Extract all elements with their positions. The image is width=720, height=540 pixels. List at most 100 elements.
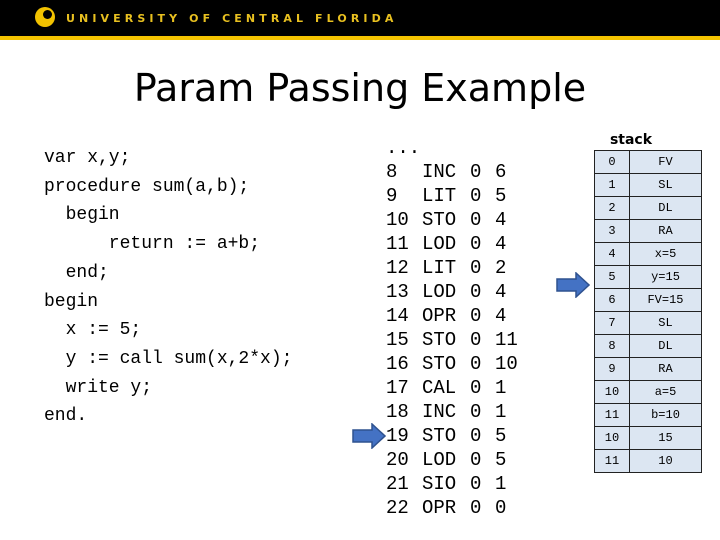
stack-row: 5 y=15 — [594, 265, 702, 289]
stack-index: 11 — [594, 449, 630, 473]
level: 0 — [470, 473, 482, 495]
level: 0 — [470, 353, 482, 375]
line-number: 19 — [386, 425, 409, 447]
stack-index: 4 — [594, 242, 630, 266]
operand: 10 — [495, 353, 518, 375]
line-number: 13 — [386, 281, 409, 303]
level: 0 — [470, 329, 482, 351]
ellipsis: ... — [386, 137, 421, 159]
stack-row: 3 RA — [594, 219, 702, 243]
stack-row: 2 DL — [594, 196, 702, 220]
stack-row: 9 RA — [594, 357, 702, 381]
source-line: return := a+b; — [44, 234, 261, 255]
operand: 5 — [495, 425, 507, 447]
stack-value: y=15 — [629, 265, 702, 289]
stack-row: 4 x=5 — [594, 242, 702, 266]
stack-row: 0 FV — [594, 150, 702, 174]
stack-row: 11 10 — [594, 449, 702, 473]
opcode: LIT — [422, 257, 457, 279]
operand: 5 — [495, 185, 507, 207]
stack-row: 7 SL — [594, 311, 702, 335]
source-line: begin — [44, 205, 120, 226]
stack-value: DL — [629, 196, 702, 220]
line-number: 21 — [386, 473, 409, 495]
opcode: OPR — [422, 497, 457, 519]
stack-index: 3 — [594, 219, 630, 243]
stack-value: 15 — [629, 426, 702, 450]
operand: 1 — [495, 473, 507, 495]
opcode: LIT — [422, 185, 457, 207]
line-number: 9 — [386, 185, 398, 207]
header-divider — [0, 36, 720, 40]
opcode: STO — [422, 425, 457, 447]
operand: 1 — [495, 401, 507, 423]
stack-value: 10 — [629, 449, 702, 473]
opcode: OPR — [422, 305, 457, 327]
level: 0 — [470, 233, 482, 255]
slide-title: Param Passing Example — [133, 66, 587, 110]
stack-pointer-arrow-icon — [556, 272, 590, 298]
stack-row: 8 DL — [594, 334, 702, 358]
operand: 11 — [495, 329, 518, 351]
operand: 4 — [495, 281, 507, 303]
stack-value: x=5 — [629, 242, 702, 266]
source-line: write y; — [44, 377, 153, 398]
opcode: LOD — [422, 233, 457, 255]
level: 0 — [470, 257, 482, 279]
source-line: procedure sum(a,b); — [44, 176, 250, 197]
opcode: INC — [422, 401, 457, 423]
line-number: 20 — [386, 449, 409, 471]
stack-row: 11 b=10 — [594, 403, 702, 427]
source-line: begin — [44, 291, 99, 312]
opcode: STO — [422, 353, 457, 375]
stack-index: 7 — [594, 311, 630, 335]
line-number: 16 — [386, 353, 409, 375]
stack-value: RA — [629, 357, 702, 381]
level: 0 — [470, 185, 482, 207]
stack-index: 11 — [594, 403, 630, 427]
line-number: 8 — [386, 161, 398, 183]
stack-index: 10 — [594, 426, 630, 450]
source-code: var x,y; procedure sum(a,b); begin return… — [44, 144, 292, 431]
opcode: INC — [422, 161, 457, 183]
stack-value: DL — [629, 334, 702, 358]
opcode: SIO — [422, 473, 457, 495]
stack-row: 10 15 — [594, 426, 702, 450]
code-pointer-arrow-icon — [352, 423, 386, 449]
level: 0 — [470, 425, 482, 447]
stack-value: SL — [629, 311, 702, 335]
stack-row: 6 FV=15 — [594, 288, 702, 312]
ucf-logo-icon — [35, 7, 55, 27]
operand: 5 — [495, 449, 507, 471]
stack-index: 5 — [594, 265, 630, 289]
source-line: end; — [44, 262, 109, 283]
operand: 4 — [495, 233, 507, 255]
stack-value: FV — [629, 150, 702, 174]
level: 0 — [470, 281, 482, 303]
line-number: 12 — [386, 257, 409, 279]
source-line: x := 5; — [44, 320, 142, 341]
stack-value: b=10 — [629, 403, 702, 427]
line-number: 10 — [386, 209, 409, 231]
level: 0 — [470, 497, 482, 519]
stack-index: 2 — [594, 196, 630, 220]
level: 0 — [470, 305, 482, 327]
operand: 6 — [495, 161, 507, 183]
opcode: LOD — [422, 281, 457, 303]
source-line: end. — [44, 406, 88, 427]
operand: 4 — [495, 305, 507, 327]
opcode: STO — [422, 329, 457, 351]
line-number: 15 — [386, 329, 409, 351]
operand: 1 — [495, 377, 507, 399]
stack-index: 0 — [594, 150, 630, 174]
opcode: STO — [422, 209, 457, 231]
stack-row: 10 a=5 — [594, 380, 702, 404]
stack-value: a=5 — [629, 380, 702, 404]
stack-title: stack — [609, 132, 653, 148]
stack-index: 6 — [594, 288, 630, 312]
stack-table: 0 FV 1 SL 2 DL 3 RA 4 x=5 5 y=15 6 FV=15 7 SL 8 DL 9 RA 10 a=… — [594, 150, 702, 473]
level: 0 — [470, 449, 482, 471]
stack-value: SL — [629, 173, 702, 197]
stack-value: FV=15 — [629, 288, 702, 312]
level: 0 — [470, 401, 482, 423]
